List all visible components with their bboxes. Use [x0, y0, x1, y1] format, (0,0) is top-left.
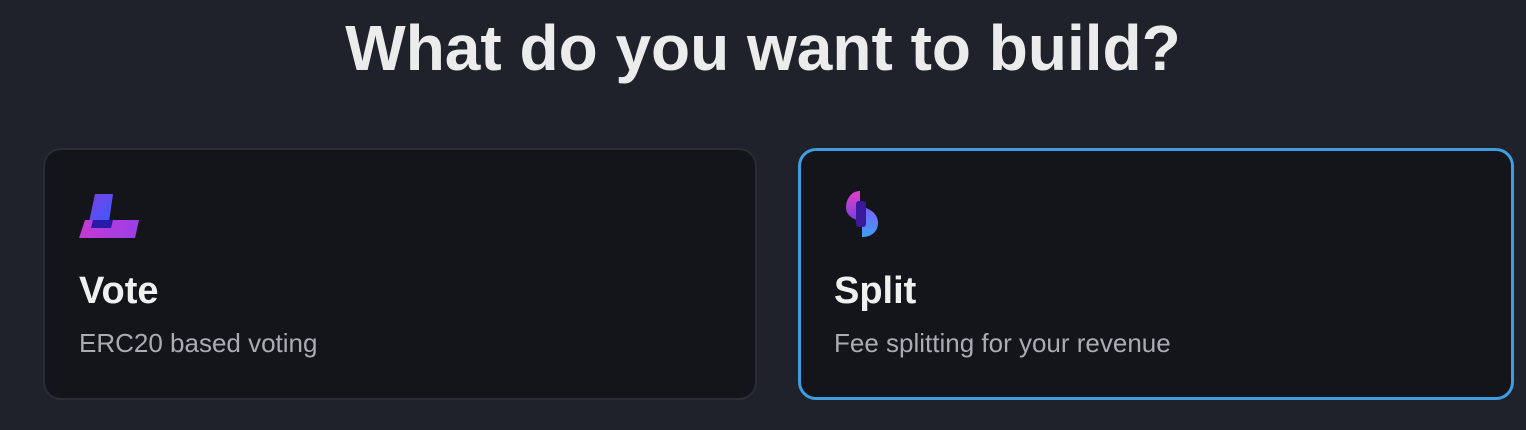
option-description: ERC20 based voting — [79, 328, 318, 358]
option-card-vote[interactable]: Vote ERC20 based voting — [43, 148, 757, 400]
option-title: Vote — [79, 270, 159, 312]
option-card-split[interactable]: Split Fee splitting for your revenue — [798, 148, 1514, 400]
build-picker-page: What do you want to build? Vote ERC20 ba… — [0, 0, 1526, 430]
option-description: Fee splitting for your revenue — [834, 328, 1171, 358]
split-icon — [834, 189, 898, 245]
option-title: Split — [834, 270, 917, 312]
page-title: What do you want to build? — [345, 12, 1181, 84]
vote-icon — [79, 190, 143, 246]
